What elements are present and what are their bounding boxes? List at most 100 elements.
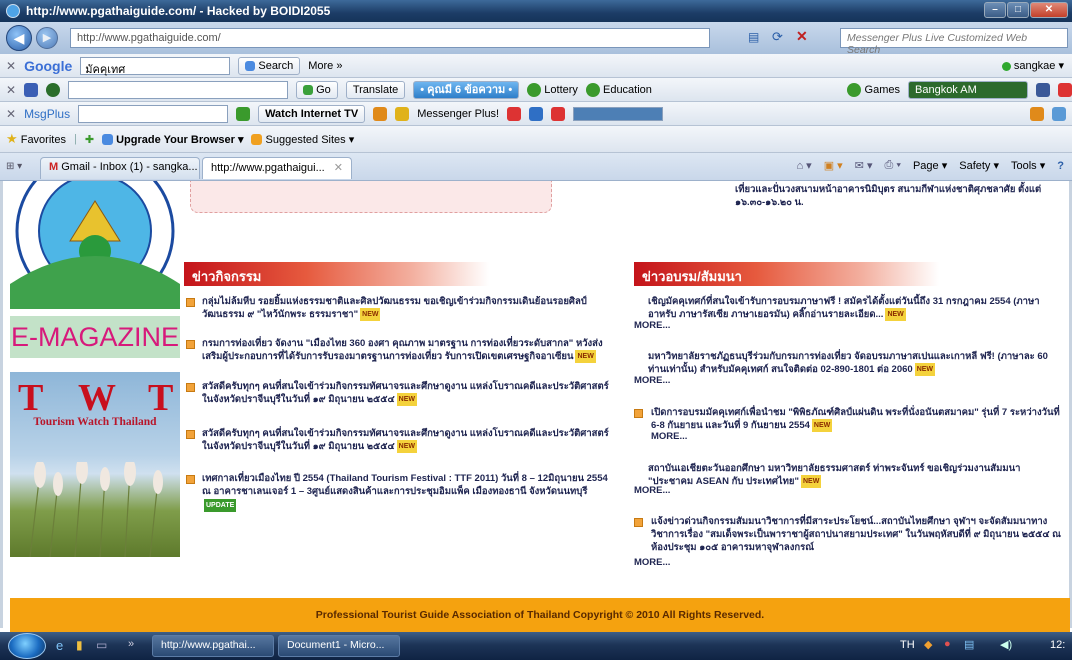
overflow-chevron-icon[interactable]: »	[128, 638, 134, 650]
go-icon[interactable]	[236, 106, 251, 121]
facebook-icon[interactable]	[529, 106, 544, 121]
youtube-icon[interactable]	[1058, 82, 1072, 97]
app-icon[interactable]	[507, 106, 522, 121]
more-link[interactable]: MORE...	[634, 320, 670, 331]
more-link[interactable]: MORE...	[634, 557, 670, 568]
start-button[interactable]	[8, 633, 46, 659]
close-toolbar-icon[interactable]: ✕	[6, 107, 16, 121]
games-link[interactable]: Games	[847, 82, 900, 97]
feeds-icon[interactable]: ▣ ▾	[824, 159, 843, 172]
print-icon[interactable]: ⎙ ▾	[884, 159, 900, 172]
desktop-quicklaunch-icon[interactable]: ▭	[96, 638, 107, 652]
tab-pgathaiguide[interactable]: http://www.pgathaigui... ✕	[202, 157, 352, 179]
taskbar: e ▮ ▭ » http://www.pgathai... Document1 …	[0, 632, 1072, 660]
star-icon: ★	[6, 131, 18, 146]
go-button[interactable]: Go	[296, 80, 338, 99]
favorites-button[interactable]: ★ Favorites	[6, 131, 66, 147]
search-icon	[245, 60, 256, 71]
tourism-watch-banner[interactable]: T W T Tourism Watch Thailand	[10, 372, 180, 557]
google-logo: Google	[24, 57, 73, 74]
training-item[interactable]: มหาวิทยาลัยราชภัฏธนบุรีร่วมกับกรมการท่อง…	[648, 350, 1064, 376]
safety-menu[interactable]: Safety ▾	[959, 159, 999, 172]
maximize-button[interactable]: □	[1007, 2, 1029, 18]
facebook-icon[interactable]	[1036, 82, 1050, 97]
activity-item[interactable]: เทศกาลเที่ยวเมืองไทย ปี 2554 (Thailand T…	[202, 472, 618, 512]
minimize-button[interactable]: –	[984, 2, 1006, 18]
app-icon[interactable]	[395, 106, 410, 121]
taskbar-button-ie[interactable]: http://www.pgathai...	[152, 635, 274, 657]
help-icon[interactable]: ?	[1057, 160, 1064, 172]
home-icon[interactable]: ⌂ ▾	[796, 159, 811, 172]
tray-icon[interactable]: ◆	[924, 638, 932, 651]
volume-slider[interactable]	[573, 106, 664, 121]
close-toolbar-icon[interactable]: ✕	[6, 83, 16, 97]
folder-quicklaunch-icon[interactable]: ▮	[76, 638, 83, 652]
msgplus-logo[interactable]: MsgPlus	[24, 107, 70, 121]
bullet-icon	[634, 409, 643, 418]
weather-widget[interactable]: Bangkok AM	[908, 80, 1028, 99]
app-icon[interactable]	[373, 106, 388, 121]
watch-tv-button[interactable]: Watch Internet TV	[258, 104, 366, 123]
wrench-icon[interactable]	[1052, 106, 1066, 121]
page-menu[interactable]: Page ▾	[913, 159, 947, 172]
activity-item[interactable]: สวัสดีครับทุกๆ คนที่สนใจเข้าร่วมกิจกรรมท…	[202, 380, 618, 406]
tray-icon[interactable]: ●	[944, 638, 951, 650]
tools-menu[interactable]: Tools ▾	[1011, 159, 1045, 172]
more-link[interactable]: MORE...	[634, 485, 670, 496]
training-item[interactable]: เชิญมัคคุเทศก์ที่สนใจเข้ารับการอบรมภาษาฟ…	[648, 295, 1064, 321]
more-link[interactable]: MORE...	[634, 375, 670, 386]
lottery-link[interactable]: Lottery	[527, 82, 578, 97]
url-field[interactable]: http://www.pgathaiguide.com/	[70, 28, 710, 48]
close-button[interactable]: ✕	[1030, 2, 1068, 18]
google-search-input[interactable]: มัคคุเทศ	[80, 56, 231, 76]
app-icon[interactable]	[1030, 106, 1044, 121]
education-icon	[585, 82, 600, 97]
ie-quicklaunch-icon[interactable]: e	[56, 638, 63, 653]
user-account[interactable]: sangkae ▾	[1001, 59, 1064, 72]
addon-toolbar: ✕ Go Translate • คุณมี 6 ข้อความ • Lotte…	[0, 78, 1072, 102]
back-button[interactable]: ◀	[6, 25, 32, 51]
close-toolbar-icon[interactable]: ✕	[6, 59, 16, 73]
youtube-icon[interactable]	[551, 106, 566, 121]
add-favorite-icon[interactable]: ✚	[85, 133, 94, 146]
more-link[interactable]: MORE...	[651, 431, 687, 442]
messenger-plus-menu[interactable]: Messenger Plus!	[417, 108, 499, 120]
forward-button[interactable]: ▶	[36, 27, 58, 49]
ie-icon	[102, 134, 114, 146]
compat-view-icon[interactable]: ▤	[748, 30, 759, 44]
translate-button[interactable]: Translate	[345, 80, 406, 99]
close-tab-icon[interactable]: ✕	[334, 162, 343, 174]
training-item[interactable]: แจ้งข่าวด่วนกิจกรรมสัมมนาวิชาการที่มีสาร…	[651, 515, 1064, 554]
bullet-icon	[186, 383, 195, 392]
network-icon[interactable]: ▤	[964, 638, 974, 651]
activity-item[interactable]: กรมการท่องเที่ยว จัดงาน "เมืองไทย 360 อง…	[202, 337, 618, 363]
activity-item[interactable]: สวัสดีครับทุกๆ คนที่สนใจเข้าร่วมกิจกรรมท…	[202, 427, 618, 453]
toolbar-search-input[interactable]	[68, 80, 289, 99]
upgrade-browser-link[interactable]: Upgrade Your Browser ▾	[102, 133, 243, 146]
training-item[interactable]: สถาบันเอเชียตะวันออกศึกษา มหาวิทยาลัยธรร…	[648, 462, 1064, 488]
web-search-input[interactable]: Messenger Plus Live Customized Web Searc…	[840, 28, 1068, 56]
bullet-icon	[634, 518, 643, 527]
more-menu[interactable]: More »	[308, 60, 342, 72]
go-arrow-icon	[303, 84, 314, 95]
volume-icon[interactable]: ◀)	[1000, 638, 1012, 651]
refresh-icon[interactable]: ⟳	[772, 29, 783, 45]
google-search-button[interactable]: Search	[238, 56, 301, 75]
emagazine-banner[interactable]: E-MAGAZINE	[10, 316, 180, 358]
twt-letter-t: T	[18, 377, 44, 419]
activity-item[interactable]: กลุ่มไม่ล้มหีบ รอยยิ้มแห่งธรรมชาติและศิล…	[202, 295, 618, 321]
highlight-box	[190, 181, 552, 213]
notice-button[interactable]: • คุณมี 6 ข้อความ •	[413, 80, 520, 99]
tab-gmail[interactable]: M Gmail - Inbox (1) - sangka...	[40, 157, 200, 179]
association-logo[interactable]	[10, 181, 180, 309]
training-item[interactable]: เปิดการอบรมมัคคุเทศก์เพื่อนำชม "พิพิธภัณ…	[651, 406, 1064, 432]
taskbar-button-word[interactable]: Document1 - Micro...	[278, 635, 400, 657]
suggested-sites-link[interactable]: Suggested Sites ▾	[251, 133, 354, 146]
mail-icon[interactable]: ✉ ▾	[855, 159, 873, 172]
msgplus-search-input[interactable]	[78, 104, 229, 123]
language-indicator[interactable]: TH	[900, 639, 915, 651]
quick-tabs-icon[interactable]: ⊞ ▾	[6, 161, 22, 172]
clock[interactable]: 12:	[1050, 639, 1065, 651]
education-link[interactable]: Education	[585, 82, 652, 97]
stop-icon[interactable]: ✕	[796, 28, 808, 45]
